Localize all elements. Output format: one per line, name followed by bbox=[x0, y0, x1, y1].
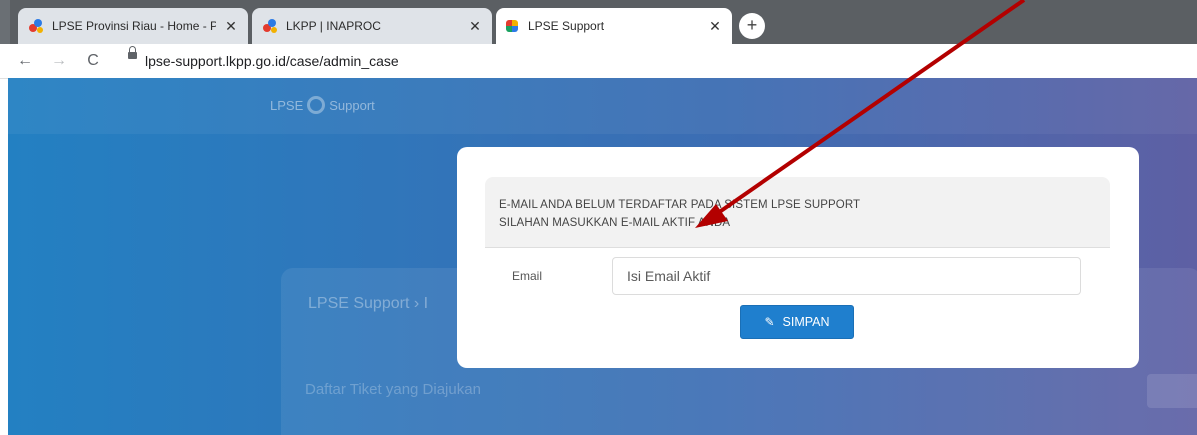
tickets-heading: Daftar Tiket yang Diajukan bbox=[305, 381, 481, 398]
logo-swirl-icon bbox=[307, 96, 326, 114]
lpse-favicon-icon bbox=[28, 18, 44, 34]
logo-text-right: Support bbox=[329, 97, 375, 113]
support-favicon-icon bbox=[506, 20, 518, 32]
save-button-label: SIMPAN bbox=[782, 315, 830, 329]
site-header: LPSE Support bbox=[8, 78, 1197, 134]
email-label: Email bbox=[512, 269, 543, 283]
tab-lpse-riau[interactable]: LPSE Provinsi Riau - Home - Peny ✕ bbox=[18, 8, 248, 44]
tab-title: LPSE Provinsi Riau - Home - Peny bbox=[52, 19, 216, 33]
background-action-button bbox=[1147, 374, 1197, 408]
save-button[interactable]: ✎ SIMPAN bbox=[740, 305, 854, 339]
tab-lpse-support[interactable]: LPSE Support ✕ bbox=[496, 8, 732, 44]
breadcrumb: LPSE Support › I bbox=[308, 295, 429, 312]
edit-icon: ✎ bbox=[764, 315, 775, 329]
forward-arrow-icon[interactable]: → bbox=[48, 50, 70, 72]
notice-line-1: E-MAIL ANDA BELUM TERDAFTAR PADA SISTEM … bbox=[499, 199, 861, 211]
close-icon[interactable]: ✕ bbox=[468, 18, 482, 35]
notice-box: E-MAIL ANDA BELUM TERDAFTAR PADA SISTEM … bbox=[485, 177, 1110, 248]
logo-text-left: LPSE bbox=[270, 97, 304, 113]
notice-line-2: SILAHAN MASUKKAN E-MAIL AKTIF ANDA bbox=[499, 217, 731, 229]
site-logo: LPSE Support bbox=[270, 96, 375, 114]
new-tab-button[interactable]: + bbox=[739, 13, 765, 39]
email-registration-modal: E-MAIL ANDA BELUM TERDAFTAR PADA SISTEM … bbox=[457, 147, 1139, 368]
url-field[interactable]: lpse-support.lkpp.go.id/case/admin_case bbox=[145, 44, 399, 78]
tab-title: LKPP | INAPROC bbox=[286, 19, 381, 33]
back-arrow-icon[interactable]: ← bbox=[14, 50, 36, 72]
browser-tab-strip: LPSE Provinsi Riau - Home - Peny ✕ LKPP … bbox=[0, 0, 1197, 44]
close-icon[interactable]: ✕ bbox=[708, 18, 722, 35]
tab-lkpp-inaproc[interactable]: LKPP | INAPROC ✕ bbox=[252, 8, 492, 44]
lock-icon bbox=[128, 46, 137, 59]
reload-icon[interactable]: C bbox=[82, 50, 104, 72]
close-icon[interactable]: ✕ bbox=[224, 18, 238, 35]
lpse-favicon-icon bbox=[262, 18, 278, 34]
tab-strip-edge bbox=[0, 0, 10, 44]
email-input[interactable] bbox=[612, 257, 1081, 295]
tab-title: LPSE Support bbox=[528, 19, 605, 33]
